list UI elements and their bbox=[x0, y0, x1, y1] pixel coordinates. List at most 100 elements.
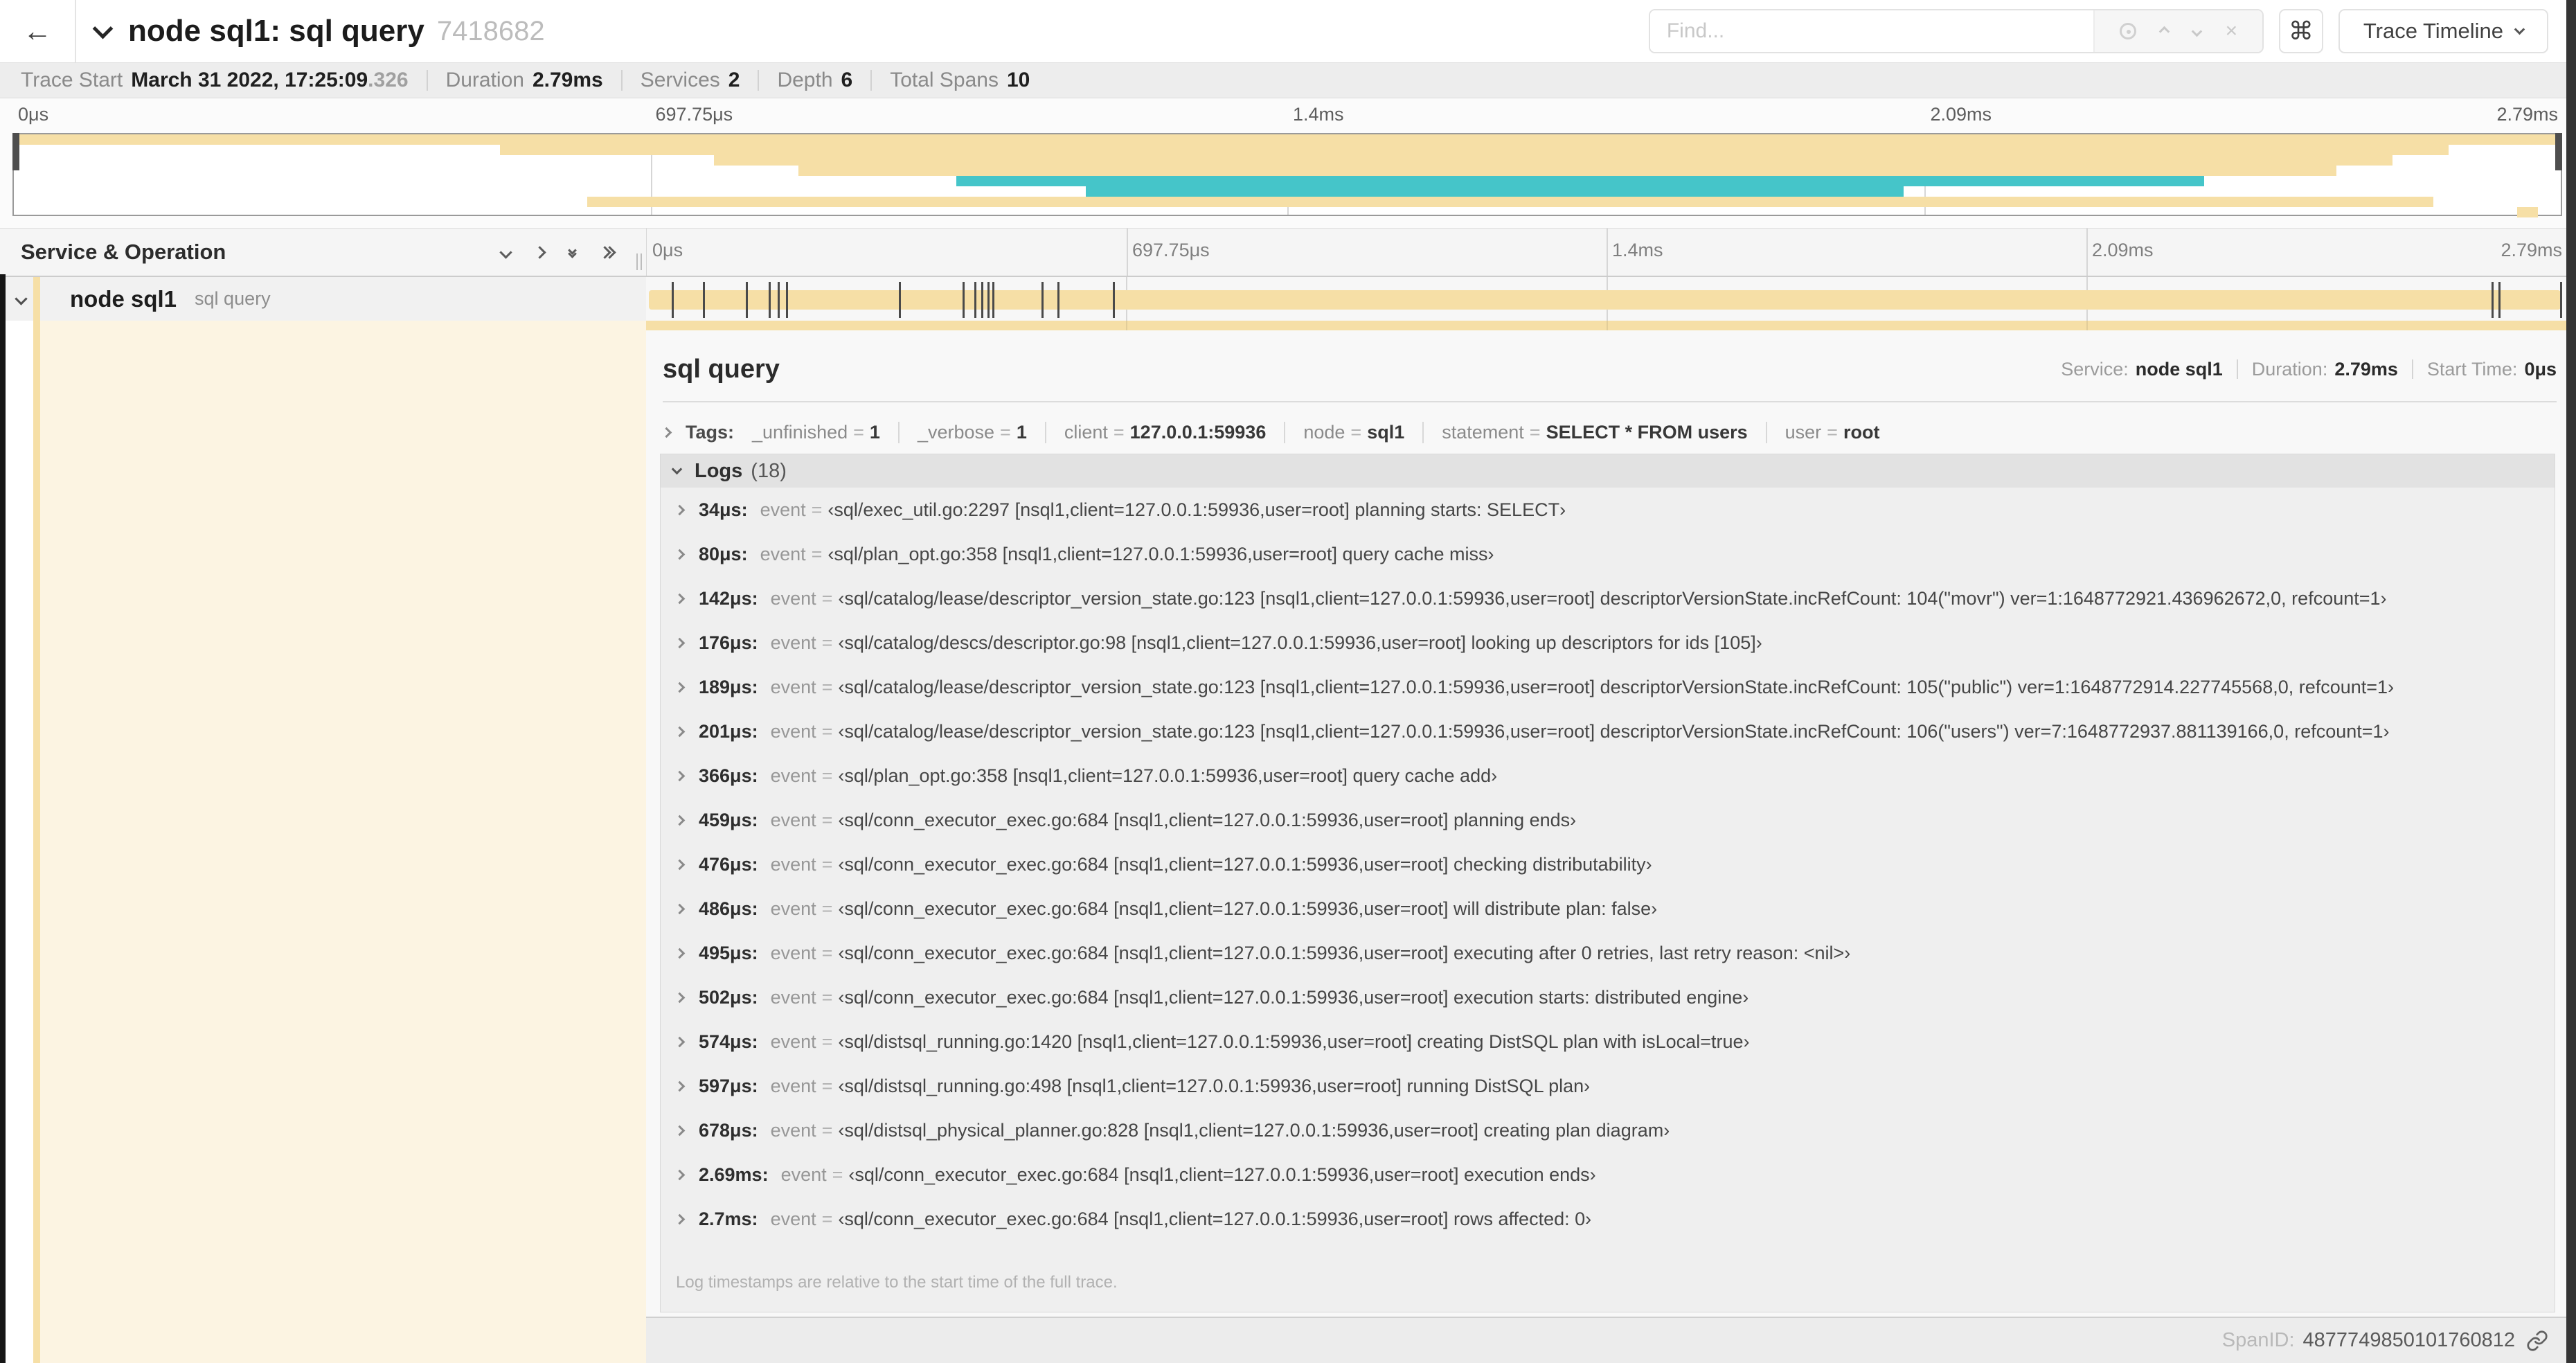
locate-icon[interactable] bbox=[2119, 23, 2136, 39]
span-detail-meta: Service: node sql1 Duration: 2.79ms Star… bbox=[2061, 359, 2557, 380]
log-row[interactable]: 574μs: event = ‹sql/distsql_running.go:1420… bbox=[661, 1019, 2555, 1064]
span-detail-panel: sql query Service: node sql1 Duration: 2… bbox=[646, 321, 2566, 1318]
tag-item: _unfinished = 1 bbox=[752, 422, 898, 443]
timeline-gridline bbox=[2086, 321, 2088, 330]
search-suffix-buttons: × bbox=[2093, 10, 2262, 52]
trace-title-wrap[interactable]: node sql1: sql query 7418682 bbox=[92, 14, 1649, 48]
log-field-key: event bbox=[770, 765, 816, 786]
log-field-key: event bbox=[770, 853, 816, 875]
log-row[interactable]: 486μs: event = ‹sql/conn_executor_exec.go:6… bbox=[661, 887, 2555, 931]
collapse-one-chevron-down-icon[interactable] bbox=[499, 245, 512, 259]
log-row[interactable]: 366μs: event = ‹sql/plan_opt.go:358 [nsql1,… bbox=[661, 754, 2555, 798]
collapse-controls bbox=[476, 245, 616, 259]
log-field-value: ‹sql/catalog/descs/descriptor.go:98 [nsq… bbox=[838, 632, 1762, 653]
log-field-key: event bbox=[770, 720, 816, 742]
log-row[interactable]: 476μs: event = ‹sql/conn_executor_exec.go:6… bbox=[661, 842, 2555, 887]
log-field-key: event bbox=[770, 942, 816, 963]
log-field-key: event bbox=[770, 986, 816, 1008]
clear-search-icon[interactable]: × bbox=[2226, 21, 2238, 42]
log-row[interactable]: 80μs: event = ‹sql/plan_opt.go:358 [nsql1,c… bbox=[661, 532, 2555, 576]
next-match-chevron-down-icon[interactable] bbox=[2191, 26, 2203, 37]
log-row[interactable]: 2.7ms: event = ‹sql/conn_executor_exec.go:6… bbox=[661, 1197, 2555, 1236]
background-window-right-edge bbox=[2566, 0, 2576, 1363]
log-field-value: ‹sql/plan_opt.go:358 [nsql1,client=127.0… bbox=[828, 543, 1494, 564]
tag-key: user bbox=[1785, 421, 1822, 443]
span-bar-cell[interactable] bbox=[646, 277, 2566, 321]
tag-value: SELECT * FROM users bbox=[1546, 421, 1748, 443]
log-field-key: event bbox=[760, 499, 806, 520]
log-tick-mark bbox=[981, 282, 983, 318]
log-chevron-right-icon bbox=[674, 504, 686, 515]
log-row[interactable]: 678μs: event = ‹sql/distsql_physical_planne… bbox=[661, 1108, 2555, 1152]
span-color-accent bbox=[33, 277, 40, 321]
keyboard-shortcuts-button[interactable]: ⌘ bbox=[2278, 9, 2323, 53]
logs-header[interactable]: Logs (18) bbox=[661, 454, 2555, 488]
minimap-scrubber-left[interactable] bbox=[12, 133, 19, 170]
jaeger-trace-page: ← node sql1: sql query 7418682 × ⌘ Trace bbox=[0, 0, 2576, 1363]
log-field-value: ‹sql/conn_executor_exec.go:684 [nsql1,cl… bbox=[848, 1164, 1596, 1185]
log-equals: = bbox=[821, 809, 833, 830]
log-chevron-right-icon bbox=[674, 1213, 686, 1224]
tags-accordion[interactable]: Tags: _unfinished = 1 _verbose = 1 client = 127.… bbox=[661, 416, 2557, 448]
logs-title: Logs bbox=[695, 459, 743, 482]
log-row[interactable]: 201μs: event = ‹sql/catalog/lease/descripto… bbox=[661, 709, 2555, 754]
timeline-tick-label: 697.75μs bbox=[1132, 240, 1210, 260]
log-chevron-right-icon bbox=[674, 770, 686, 781]
service-meta-label: Service: bbox=[2061, 358, 2129, 380]
log-timestamp: 678μs: bbox=[699, 1119, 758, 1141]
log-row[interactable]: 502μs: event = ‹sql/conn_executor_exec.go:6… bbox=[661, 975, 2555, 1019]
log-field-key: event bbox=[770, 1119, 816, 1141]
log-row[interactable]: 2.69ms: event = ‹sql/conn_executor_exec.go:… bbox=[661, 1152, 2555, 1197]
log-equals: = bbox=[821, 1031, 833, 1052]
view-type-dropdown[interactable]: Trace Timeline bbox=[2338, 9, 2548, 53]
log-row[interactable]: 189μs: event = ‹sql/catalog/lease/descripto… bbox=[661, 665, 2555, 709]
log-chevron-right-icon bbox=[674, 903, 686, 914]
column-resize-grip[interactable] bbox=[634, 253, 642, 270]
tags-list: _unfinished = 1 _verbose = 1 client = 127.0.0.1:… bbox=[752, 421, 1897, 443]
span-detail-left-column bbox=[0, 321, 646, 1363]
minimap-span-bar bbox=[956, 176, 2205, 186]
span-duration-bar[interactable] bbox=[649, 290, 2561, 310]
log-row[interactable]: 142μs: event = ‹sql/catalog/lease/descripto… bbox=[661, 576, 2555, 621]
background-window-left-edge bbox=[0, 274, 6, 1363]
log-chevron-right-icon bbox=[674, 1036, 686, 1047]
expand-one-chevron-right-icon[interactable] bbox=[533, 245, 546, 259]
timeline-tick-label: 0μs bbox=[18, 104, 49, 125]
timeline-tick-label: 0μs bbox=[652, 240, 683, 260]
minimap-scrubber-right[interactable] bbox=[2555, 133, 2562, 170]
meta-separator bbox=[2411, 359, 2413, 379]
log-row[interactable]: 34μs: event = ‹sql/exec_util.go:2297 [nsql1… bbox=[661, 488, 2555, 532]
logs-count: (18) bbox=[751, 459, 787, 482]
log-row[interactable]: 495μs: event = ‹sql/conn_executor_exec.go:6… bbox=[661, 931, 2555, 975]
log-tick-mark bbox=[963, 282, 965, 318]
span-name-cell[interactable]: node sql1 sql query bbox=[0, 277, 646, 321]
log-chevron-right-icon bbox=[674, 1125, 686, 1136]
deep-link-icon[interactable] bbox=[2526, 1330, 2548, 1352]
log-tick-mark bbox=[992, 282, 994, 318]
log-timestamp: 476μs: bbox=[699, 853, 758, 875]
prev-match-chevron-up-icon[interactable] bbox=[2158, 26, 2170, 37]
expand-all-double-chevron-right-icon[interactable] bbox=[598, 245, 616, 259]
back-button[interactable]: ← bbox=[0, 0, 76, 62]
log-field-key: event bbox=[780, 1164, 827, 1185]
log-timestamp: 201μs: bbox=[699, 720, 758, 742]
timeline-gridline bbox=[1126, 321, 1128, 330]
collapse-all-double-chevron-down-icon[interactable] bbox=[568, 246, 577, 258]
trace-summary-bar: Trace Start March 31 2022, 17:25:09.326 … bbox=[0, 62, 2576, 98]
log-timestamp: 80μs: bbox=[699, 543, 748, 564]
search-input[interactable] bbox=[1649, 10, 2093, 52]
minimap-canvas[interactable] bbox=[12, 133, 2562, 217]
log-row[interactable]: 176μs: event = ‹sql/catalog/descs/descripto… bbox=[661, 621, 2555, 665]
log-timestamp: 495μs: bbox=[699, 942, 758, 963]
log-row[interactable]: 597μs: event = ‹sql/distsql_running.go:498 … bbox=[661, 1064, 2555, 1108]
log-chevron-right-icon bbox=[674, 859, 686, 870]
tag-equals: = bbox=[853, 421, 864, 443]
timeline-tick-label: 2.79ms bbox=[2496, 104, 2558, 125]
log-row[interactable]: 459μs: event = ‹sql/conn_executor_exec.go:6… bbox=[661, 798, 2555, 842]
log-equals: = bbox=[821, 765, 833, 786]
view-type-label: Trace Timeline bbox=[2363, 19, 2503, 43]
tag-item: node = sql1 bbox=[1284, 421, 1422, 443]
span-collapse-chevron-down-icon[interactable] bbox=[15, 292, 28, 305]
total-spans-label: Total Spans bbox=[890, 69, 999, 91]
log-timestamp: 459μs: bbox=[699, 809, 758, 830]
